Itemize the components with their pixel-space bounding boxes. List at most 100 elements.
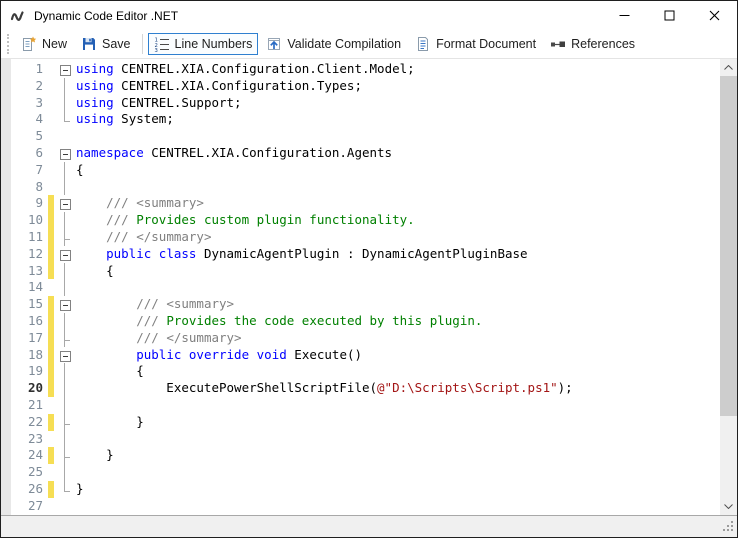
code-line[interactable]: 7{: [11, 162, 720, 179]
new-document-icon: [21, 36, 37, 52]
format-document-button[interactable]: Format Document: [409, 33, 542, 55]
fold-collapse-icon[interactable]: [60, 65, 71, 76]
line-number: 13: [11, 263, 45, 280]
fold-margin: [54, 179, 76, 196]
vertical-scrollbar[interactable]: [720, 59, 737, 515]
code-line[interactable]: 19 {: [11, 363, 720, 380]
code-line[interactable]: 6 namespace CENTREL.XIA.Configuration.Age…: [11, 145, 720, 162]
code-line[interactable]: 26}: [11, 481, 720, 498]
fold-margin: [54, 61, 76, 78]
fold-margin: [54, 263, 76, 280]
code-line[interactable]: 23: [11, 431, 720, 448]
code-line[interactable]: 2using CENTREL.XIA.Configuration.Types;: [11, 78, 720, 95]
app-logo-icon: [10, 9, 26, 23]
line-numbers-icon: 1 2 3: [154, 36, 170, 52]
code-line[interactable]: 11 /// </summary>: [11, 229, 720, 246]
code-line[interactable]: 1using CENTREL.XIA.Configuration.Client.…: [11, 61, 720, 78]
scrollbar-thumb[interactable]: [720, 76, 737, 416]
code-line[interactable]: 21: [11, 397, 720, 414]
line-number: 1: [11, 61, 45, 78]
line-number: 8: [11, 179, 45, 196]
code-line[interactable]: 17 /// </summary>: [11, 330, 720, 347]
line-number: 5: [11, 128, 45, 145]
code-line[interactable]: 3using CENTREL.Support;: [11, 95, 720, 112]
code-line[interactable]: 20 ExecutePowerShellScriptFile(@"D:\Scri…: [11, 380, 720, 397]
validate-compilation-button[interactable]: Validate Compilation: [260, 33, 407, 55]
fold-margin: [54, 78, 76, 95]
code-line[interactable]: 10 /// Provides custom plugin functional…: [11, 212, 720, 229]
toolbar-grip[interactable]: [7, 34, 9, 54]
code-text: using System;: [76, 111, 174, 128]
title-bar: Dynamic Code Editor .NET: [1, 1, 737, 30]
code-line[interactable]: 9 /// <summary>: [11, 195, 720, 212]
fold-collapse-icon[interactable]: [60, 149, 71, 160]
indicator-margin: [1, 59, 11, 515]
scroll-up-button[interactable]: [720, 59, 737, 76]
code-line[interactable]: 27: [11, 498, 720, 515]
fold-line: [54, 95, 76, 112]
line-number: 6: [11, 145, 45, 162]
fold-line: [54, 179, 76, 196]
fold-line: [54, 414, 76, 431]
fold-collapse-icon[interactable]: [60, 300, 71, 311]
fold-margin: [54, 498, 76, 515]
maximize-button[interactable]: [647, 1, 692, 30]
code-line[interactable]: 22 }: [11, 414, 720, 431]
code-line[interactable]: 8: [11, 179, 720, 196]
line-number: 17: [11, 330, 45, 347]
code-line[interactable]: 14: [11, 279, 720, 296]
fold-margin: [54, 313, 76, 330]
code-line[interactable]: 18 public override void Execute(): [11, 347, 720, 364]
code-text: public class DynamicAgentPlugin : Dynami…: [76, 246, 528, 263]
fold-margin: [54, 111, 76, 128]
code-line[interactable]: 24 }: [11, 447, 720, 464]
code-line[interactable]: 4using System;: [11, 111, 720, 128]
resize-grip-icon[interactable]: [722, 520, 735, 538]
fold-margin: [54, 447, 76, 464]
code-text: }: [76, 447, 114, 464]
svg-text:3: 3: [154, 48, 157, 52]
fold-collapse-icon[interactable]: [60, 199, 71, 210]
fold-line: [54, 111, 76, 128]
line-number: 26: [11, 481, 45, 498]
line-number: 2: [11, 78, 45, 95]
code-text: }: [76, 414, 144, 431]
save-button[interactable]: Save: [75, 33, 137, 55]
line-number: 23: [11, 431, 45, 448]
app-window: Dynamic Code Editor .NET New: [0, 0, 738, 538]
code-text: /// <summary>: [76, 195, 204, 212]
fold-margin: [54, 363, 76, 380]
scroll-down-button[interactable]: [720, 498, 737, 515]
fold-line: [54, 481, 76, 498]
line-number: 22: [11, 414, 45, 431]
fold-margin: [54, 95, 76, 112]
line-number: 18: [11, 347, 45, 364]
fold-line: [54, 78, 76, 95]
references-button[interactable]: References: [544, 33, 641, 55]
fold-collapse-icon[interactable]: [60, 351, 71, 362]
toolbar-separator: [142, 34, 143, 54]
fold-margin: [54, 145, 76, 162]
line-number: 27: [11, 498, 45, 515]
code-line[interactable]: 16 /// Provides the code executed by thi…: [11, 313, 720, 330]
code-text: using CENTREL.Support;: [76, 95, 242, 112]
fold-margin: [54, 397, 76, 414]
save-button-label: Save: [102, 37, 131, 51]
line-number: 21: [11, 397, 45, 414]
new-button[interactable]: New: [15, 33, 73, 55]
line-numbers-toggle-button[interactable]: 1 2 3 Line Numbers: [148, 33, 259, 55]
code-text: {: [76, 263, 114, 280]
code-line[interactable]: 15 /// <summary>: [11, 296, 720, 313]
code-editor[interactable]: 1using CENTREL.XIA.Configuration.Client.…: [1, 59, 737, 515]
code-line[interactable]: 5: [11, 128, 720, 145]
fold-collapse-icon[interactable]: [60, 250, 71, 261]
code-text: /// </summary>: [76, 229, 211, 246]
code-lines: 1using CENTREL.XIA.Configuration.Client.…: [11, 61, 720, 515]
fold-line: [54, 212, 76, 229]
minimize-button[interactable]: [602, 1, 647, 30]
code-line[interactable]: 25: [11, 464, 720, 481]
code-text: namespace CENTREL.XIA.Configuration.Agen…: [76, 145, 392, 162]
code-line[interactable]: 13 {: [11, 263, 720, 280]
close-button[interactable]: [692, 1, 737, 30]
code-line[interactable]: 12 public class DynamicAgentPlugin : Dyn…: [11, 246, 720, 263]
